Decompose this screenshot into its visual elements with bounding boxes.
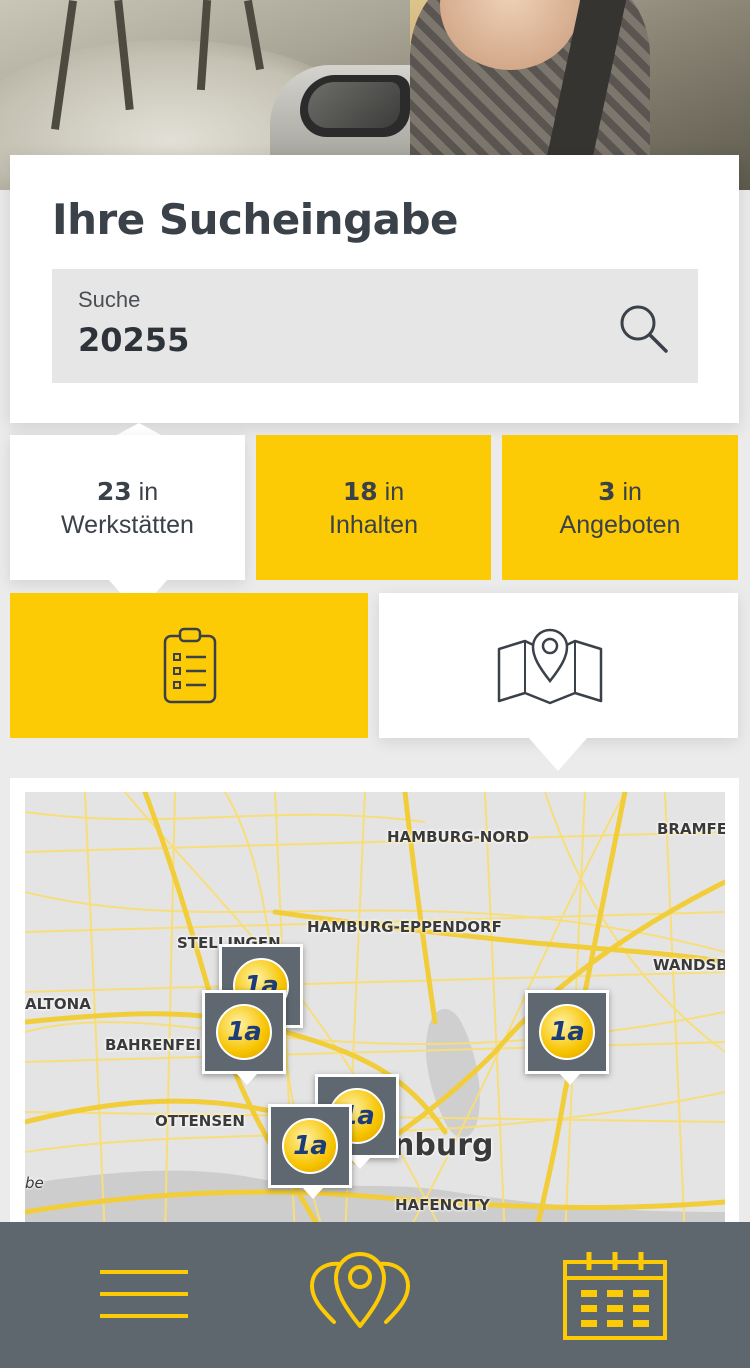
- clipboard-list-icon: [163, 627, 217, 704]
- calendar-icon: [563, 1252, 667, 1340]
- tab-label: Inhalten: [329, 511, 418, 539]
- search-card: Ihre Sucheingabe Suche: [10, 155, 739, 423]
- locations-button[interactable]: [270, 1222, 450, 1368]
- tab-inhalten[interactable]: 18 in Inhalten: [256, 435, 491, 580]
- map-label-hamburg-eppendorf: HAMBURG-EPPENDORF: [307, 918, 502, 936]
- tab-label: Angeboten: [559, 511, 681, 539]
- calendar-button[interactable]: [525, 1222, 705, 1368]
- menu-button[interactable]: [54, 1222, 234, 1368]
- map-label-hafencity: HAFENCITY: [395, 1196, 490, 1214]
- tab-angeboten[interactable]: 3 in Angeboten: [502, 435, 738, 580]
- map-label-hamburg: nburg: [393, 1128, 494, 1163]
- locations-icon: [309, 1252, 411, 1328]
- map-roads: [25, 792, 725, 1238]
- bottom-nav: [0, 1222, 750, 1368]
- workshop-marker[interactable]: 1a: [268, 1104, 352, 1199]
- map[interactable]: HAMBURG-NORD BRAMFE HAMBURG-EPPENDORF ST…: [25, 792, 725, 1238]
- search-title: Ihre Sucheingabe: [52, 195, 459, 244]
- tab-count: 3: [598, 477, 616, 506]
- tab-count: 23: [96, 477, 132, 506]
- tab-werkstaetten[interactable]: 23 in Werkstätten: [10, 435, 245, 580]
- workshop-marker[interactable]: 1a: [202, 990, 286, 1085]
- workshop-logo-icon: 1a: [216, 1004, 272, 1060]
- workshop-logo-icon: 1a: [539, 1004, 595, 1060]
- view-pointer: [528, 737, 588, 771]
- workshop-logo-icon: 1a: [282, 1118, 338, 1174]
- list-view-button[interactable]: [10, 593, 368, 738]
- map-label-bahrenfeld: BAHRENFEI: [105, 1036, 202, 1054]
- tab-label: Werkstätten: [61, 511, 194, 539]
- map-label-elbe: be: [25, 1174, 44, 1192]
- search-icon[interactable]: [616, 301, 670, 355]
- map-frame: HAMBURG-NORD BRAMFE HAMBURG-EPPENDORF ST…: [10, 778, 739, 1238]
- menu-icon: [100, 1270, 188, 1318]
- workshop-marker[interactable]: 1a: [525, 990, 609, 1085]
- map-label-ottensen: OTTENSEN: [155, 1112, 245, 1130]
- map-pin-icon: [497, 628, 603, 705]
- search-input[interactable]: [78, 321, 558, 359]
- map-label-altona: ALTONA: [25, 995, 91, 1013]
- tab-count: 18: [342, 477, 378, 506]
- map-view-button[interactable]: [379, 593, 738, 738]
- search-field[interactable]: Suche: [52, 269, 698, 383]
- search-label: Suche: [78, 287, 141, 312]
- map-label-bramfeld: BRAMFE: [657, 820, 725, 838]
- map-label-wandsbek: WANDSB: [653, 956, 725, 974]
- map-label-hamburg-nord: HAMBURG-NORD: [387, 828, 530, 846]
